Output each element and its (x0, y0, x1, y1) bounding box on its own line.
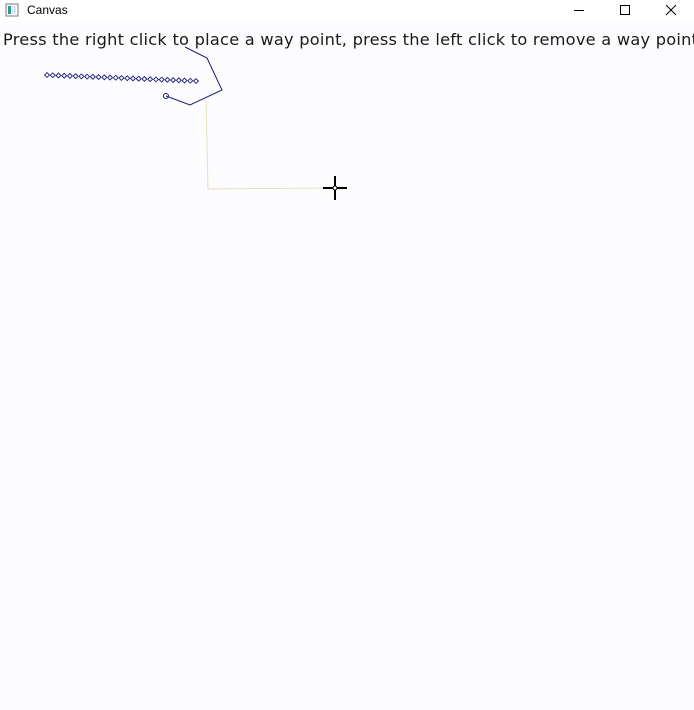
waypoint-marker[interactable] (89, 73, 96, 80)
close-button[interactable] (648, 0, 694, 20)
canvas-window: Canvas Press the right click to place a … (0, 0, 694, 710)
waypoint-marker[interactable] (107, 74, 114, 81)
waypoint-marker[interactable] (170, 77, 177, 84)
canvas-drawing (43, 46, 347, 200)
waypoint-marker[interactable] (141, 75, 148, 82)
waypoint-marker[interactable] (55, 72, 62, 79)
guide-line (205, 99, 336, 190)
waypoint-chain (43, 71, 200, 85)
window-title: Canvas (27, 3, 68, 17)
app-icon (5, 3, 19, 17)
waypoint-marker[interactable] (95, 74, 102, 81)
waypoint-marker[interactable] (175, 77, 182, 84)
waypoint-marker[interactable] (124, 75, 131, 82)
waypoint-marker[interactable] (78, 73, 85, 80)
window-controls (556, 0, 694, 20)
waypoint-marker[interactable] (72, 73, 79, 80)
waypoint-marker[interactable] (101, 74, 108, 81)
close-icon (665, 4, 677, 16)
waypoint-marker[interactable] (147, 76, 154, 83)
waypoint-marker[interactable] (84, 73, 91, 80)
minimize-button[interactable] (556, 0, 602, 20)
waypoint-marker[interactable] (187, 77, 194, 84)
waypoint-marker[interactable] (66, 72, 73, 79)
waypoint-marker[interactable] (61, 72, 68, 79)
waypoint-marker[interactable] (181, 77, 188, 84)
waypoint-marker[interactable] (49, 72, 56, 79)
waypoint-marker[interactable] (164, 76, 171, 83)
waypoint-marker[interactable] (135, 75, 142, 82)
maximize-button[interactable] (602, 0, 648, 20)
minimize-icon (574, 10, 584, 11)
waypoint-marker[interactable] (112, 74, 119, 81)
waypoint-marker[interactable] (129, 75, 136, 82)
crosshair-cursor-icon (323, 176, 347, 200)
title-bar[interactable]: Canvas (0, 0, 694, 20)
waypoint-marker[interactable] (192, 77, 200, 85)
waypoint-marker[interactable] (158, 76, 165, 83)
waypoint-marker[interactable] (43, 71, 51, 79)
waypoint-marker[interactable] (152, 76, 159, 83)
waypoint-marker[interactable] (118, 74, 125, 82)
maximize-icon (620, 5, 630, 15)
way-path (165, 46, 223, 106)
drawing-canvas[interactable] (0, 20, 694, 710)
